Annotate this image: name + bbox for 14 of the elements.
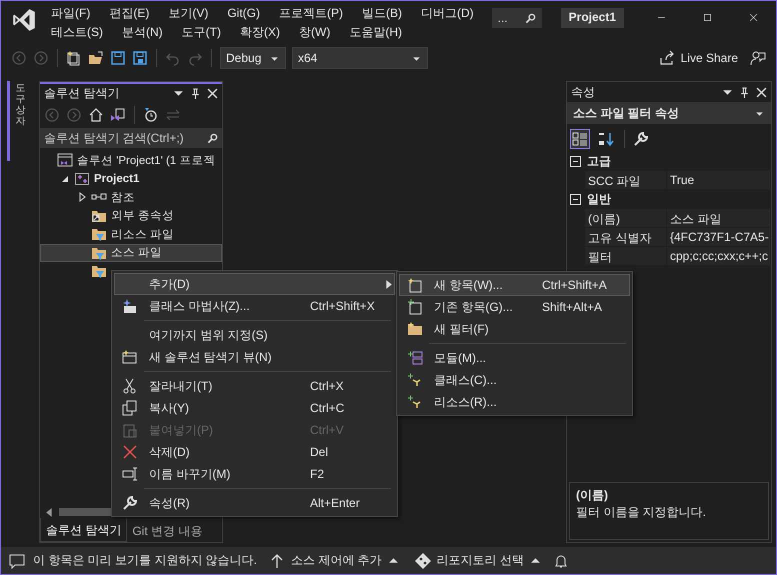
solution-title: Project1 — [560, 8, 624, 28]
property-name: SCC 파일 — [585, 171, 667, 190]
property-name: 필터 — [585, 247, 667, 266]
status-message: 이 항목은 미리 보기를 지원하지 않습니다. — [33, 552, 258, 569]
category-title: 일반 — [587, 191, 611, 208]
description-text: 필터 이름을 지정합니다. — [576, 504, 708, 521]
description-title: (이름) — [576, 487, 609, 504]
panel-title: 솔루션 탐색기 — [44, 84, 120, 102]
search-placeholder: 솔루션 탐색기 검색(Ctrl+;) — [44, 130, 184, 146]
panel-title: 속성 — [571, 84, 596, 100]
category-title: 고급 — [587, 153, 611, 170]
search-text: ... — [498, 11, 508, 25]
property-name: (이름) — [585, 209, 667, 228]
property-name: 고유 식별자 — [585, 228, 667, 247]
